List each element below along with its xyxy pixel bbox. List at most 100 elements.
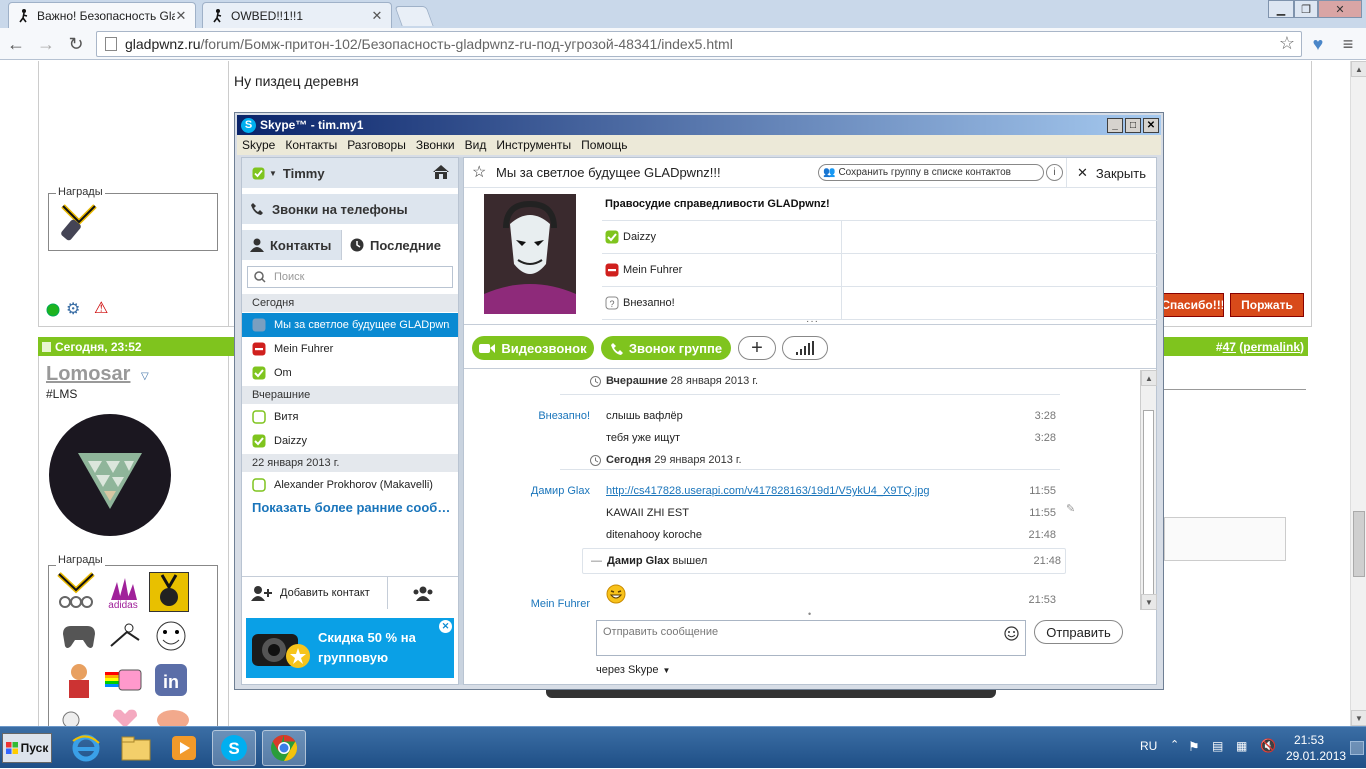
back-arrow-icon[interactable]: ← (4, 32, 28, 56)
permalink[interactable]: permalink (1243, 340, 1300, 354)
gear-icon[interactable]: ⚙ (66, 299, 80, 319)
close-window-icon[interactable]: ✕ (1318, 0, 1362, 18)
award-pig-icon[interactable] (151, 706, 191, 726)
show-desktop-button[interactable] (1350, 741, 1364, 755)
ie-icon[interactable] (64, 730, 108, 766)
nokia-award-icon[interactable] (59, 202, 99, 242)
award-person-icon[interactable] (59, 660, 99, 700)
award-sketch-icon[interactable] (105, 618, 145, 654)
award-gamepad-icon[interactable] (59, 618, 99, 654)
group-call-button[interactable]: Звонок группе (601, 336, 731, 360)
volume-icon[interactable]: 🔇 (1260, 738, 1276, 754)
tab-recent[interactable]: Последние (342, 230, 458, 260)
resize-handle[interactable]: ··· (806, 316, 819, 327)
minimize-icon[interactable]: _ (1107, 118, 1123, 133)
scroll-up-icon[interactable]: ▲ (1351, 61, 1366, 77)
new-tab-button[interactable] (394, 6, 434, 26)
message-sender[interactable]: Дамир Glax (464, 485, 590, 497)
flag-icon[interactable]: ⚑ (1188, 739, 1200, 755)
minimize-icon[interactable]: ▁ (1268, 0, 1294, 18)
chat-history[interactable]: Вчерашние 28 января 2013 г. Внезапно! сл… (464, 370, 1140, 610)
search-input[interactable]: Поиск (247, 266, 453, 288)
member-row-mein-fuhrer[interactable]: Mein Fuhrer (602, 253, 1158, 287)
menu-icon[interactable]: ≡ (1336, 32, 1360, 56)
scroll-thumb[interactable] (1353, 511, 1365, 577)
chevron-down-icon[interactable]: ▽ (141, 371, 149, 382)
restore-icon[interactable]: ❐ (1294, 0, 1318, 18)
forward-arrow-icon[interactable]: → (34, 32, 58, 56)
media-player-icon[interactable] (162, 730, 206, 766)
promo-banner[interactable]: ✕ Скидка 50 % на групповую видеосвязь (246, 618, 454, 678)
send-button[interactable]: Отправить (1034, 620, 1123, 644)
message-input[interactable]: Отправить сообщение (596, 620, 1026, 656)
chevron-up-icon[interactable]: ⌃ (1170, 738, 1179, 751)
thanks-badge[interactable]: Спасибо!!! (1162, 293, 1224, 317)
menu-calls[interactable]: Звонки (411, 138, 460, 152)
video-call-button[interactable]: Видеозвонок (472, 336, 594, 360)
create-group-button[interactable] (388, 577, 458, 609)
message-sender[interactable]: Mein Fuhrer (464, 598, 590, 610)
scroll-down-icon[interactable]: ▼ (1141, 594, 1157, 610)
language-indicator[interactable]: RU (1140, 739, 1157, 753)
menu-tools[interactable]: Инструменты (491, 138, 576, 152)
group-avatar[interactable] (484, 194, 576, 314)
award-chevron-icon[interactable] (57, 572, 95, 610)
recent-item-vitya[interactable]: Витя (242, 405, 458, 429)
laugh-badge[interactable]: Поржать (1230, 293, 1304, 317)
home-icon[interactable] (432, 164, 450, 180)
save-group-button[interactable]: 👥 Сохранить группу в списке контактов (818, 164, 1044, 181)
scroll-thumb[interactable] (1143, 410, 1154, 596)
profile-bar[interactable]: ▼ Timmy (242, 158, 458, 188)
award-linkedin-icon[interactable]: in (151, 660, 191, 700)
address-bar[interactable]: gladpwnz.ru/forum/Бомж-притон-102/Безопа… (96, 31, 1302, 57)
recent-item-om[interactable]: Om (242, 361, 458, 385)
message-sender[interactable]: Внезапно! (464, 410, 590, 422)
reload-icon[interactable]: ↻ (64, 32, 88, 56)
menu-view[interactable]: Вид (460, 138, 492, 152)
info-icon[interactable]: i (1046, 164, 1063, 181)
close-banner-icon[interactable]: ✕ (439, 620, 452, 633)
skype-titlebar[interactable]: S Skype™ - tim.my1 _ □ ✕ (237, 115, 1161, 135)
menu-help[interactable]: Помощь (576, 138, 632, 152)
emoticon-icon[interactable] (1004, 626, 1019, 641)
tab-owbed[interactable]: OWBED!!1!!1 ✕ (202, 2, 392, 28)
star-icon[interactable]: ☆ (472, 162, 486, 182)
scroll-up-icon[interactable]: ▲ (1141, 370, 1157, 386)
page-scrollbar[interactable]: ▲ ▼ (1350, 61, 1366, 726)
add-contact-button[interactable]: Добавить контакт (242, 576, 388, 609)
close-icon[interactable]: ✕ (1143, 118, 1159, 133)
call-phones-button[interactable]: Звонки на телефоны (242, 194, 458, 224)
award-dog-icon[interactable] (59, 706, 99, 726)
avatar[interactable] (48, 413, 172, 537)
edit-pencil-icon[interactable]: ✎ (1066, 502, 1075, 515)
award-heart-icon[interactable] (105, 706, 145, 726)
menu-conversations[interactable]: Разговоры (342, 138, 411, 152)
maximize-icon[interactable]: □ (1125, 118, 1141, 133)
show-earlier-link[interactable]: Показать более ранние сообщения (252, 500, 452, 515)
menu-skype[interactable]: Skype (237, 138, 280, 152)
recent-item-mein-fuhrer[interactable]: Mein Fuhrer (242, 337, 458, 361)
recent-item-prokhorov[interactable]: Alexander Prokhorov (Makavelli) (242, 473, 458, 497)
call-quality-button[interactable] (782, 336, 828, 360)
skype-taskbar-icon[interactable]: S (212, 730, 256, 766)
chat-scrollbar[interactable]: ▲ ▼ (1140, 370, 1157, 610)
award-adidas-icon[interactable]: adidas (103, 572, 143, 610)
award-nyancat-icon[interactable] (105, 660, 145, 700)
tab-gladpwnz[interactable]: Важно! Безопасность GladpwnzWB ✕ (8, 2, 196, 28)
start-button[interactable]: Пуск (2, 733, 52, 763)
member-row-vnezapno[interactable]: ? Внезапно! (602, 286, 1158, 320)
close-icon[interactable]: ✕ (175, 8, 187, 24)
star-icon[interactable]: ☆ (1279, 33, 1295, 54)
explorer-folder-icon[interactable] (114, 730, 158, 766)
via-skype-selector[interactable]: через Skype ▼ (596, 664, 670, 676)
network-icon[interactable]: ▤ (1212, 739, 1223, 753)
chrome-icon[interactable] (262, 730, 306, 766)
message-link[interactable]: http://cs417828.userapi.com/v417828163/1… (606, 485, 930, 497)
chevron-down-icon[interactable]: ▼ (269, 169, 277, 178)
tab-contacts[interactable]: Контакты (242, 230, 342, 260)
warning-icon[interactable]: ⚠ (94, 298, 108, 318)
menu-contacts[interactable]: Контакты (280, 138, 342, 152)
recent-item-daizzy[interactable]: Daizzy (242, 429, 458, 453)
post-number[interactable]: 47 (1223, 340, 1236, 354)
close-icon[interactable]: ✕ (371, 8, 383, 24)
